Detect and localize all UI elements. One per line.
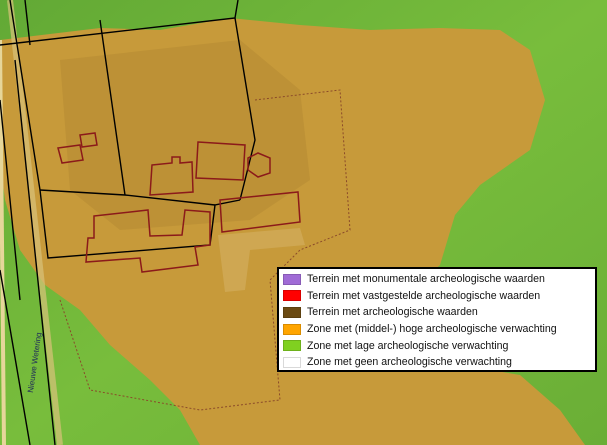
map-view[interactable]: Nieuwe Wetering Terrein met monumentale …: [0, 0, 607, 445]
legend-label: Zone met lage archeologische verwachting: [307, 339, 509, 352]
legend-label: Terrein met monumentale archeologische w…: [307, 273, 545, 286]
legend-label: Zone met (middel-) hoge archeologische v…: [307, 323, 557, 336]
legend-item-low: Zone met lage archeologische verwachting: [283, 337, 591, 354]
legend-swatch: [283, 323, 301, 335]
legend-item-none: Zone met geen archeologische verwachting: [283, 354, 591, 371]
legend-label: Zone met geen archeologische verwachting: [307, 356, 512, 369]
legend-swatch: [283, 306, 301, 318]
legend-swatch: [283, 290, 301, 302]
legend-swatch: [283, 356, 301, 368]
map-canvas: [0, 0, 607, 445]
legend-item-medium-high: Zone met (middel-) hoge archeologische v…: [283, 321, 591, 338]
legend-item-established: Terrein met vastgestelde archeologische …: [283, 288, 591, 305]
legend-label: Terrein met vastgestelde archeologische …: [307, 289, 541, 302]
legend-swatch: [283, 340, 301, 352]
legend-swatch: [283, 273, 301, 285]
legend-label: Terrein met archeologische waarden: [307, 306, 478, 319]
legend-item-monumental: Terrein met monumentale archeologische w…: [283, 271, 591, 288]
map-legend: Terrein met monumentale archeologische w…: [277, 267, 597, 372]
legend-item-archaeological: Terrein met archeologische waarden: [283, 304, 591, 321]
